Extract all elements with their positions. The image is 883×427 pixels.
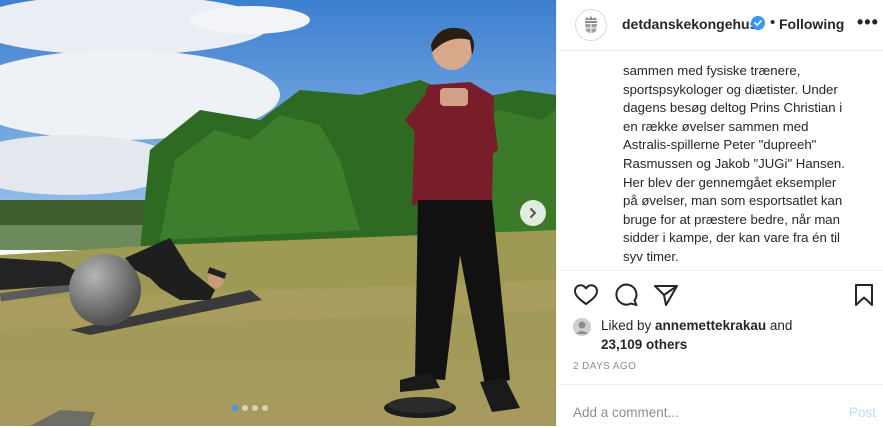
header-separator: • <box>770 14 776 31</box>
share-button[interactable] <box>653 283 679 312</box>
post-username[interactable]: detdanskekongehus <box>622 16 757 32</box>
caption-line: Astralis-spillerne Peter "dupreeh" <box>623 137 817 153</box>
post-caption: sammen med fysiske trænere, sportspsykol… <box>623 62 873 267</box>
liker-username[interactable]: annemettekrakau <box>655 318 766 333</box>
caption-line: Rasmussen og Jakob "JUGi" Hansen. <box>623 155 845 171</box>
caption-line: en række øvelser sammen med <box>623 118 809 134</box>
post-sidebar: detdanskekongehus • Following ••• sammen… <box>556 0 883 426</box>
caption-line: sammen med fysiske trænere, <box>623 63 801 78</box>
caption-line: på øvelser, man som esportsatlet kan <box>623 193 843 209</box>
person-avatar-icon <box>573 318 591 336</box>
caption-line: bruge for at præstere bedre, når man <box>623 211 840 227</box>
caption-line: syv timer. <box>623 248 679 264</box>
following-button[interactable]: Following <box>779 16 844 32</box>
royal-crest-icon <box>576 10 606 40</box>
heart-icon <box>574 284 598 305</box>
post-photo[interactable] <box>0 0 556 426</box>
likes-conj: and <box>766 318 793 333</box>
like-button[interactable] <box>573 283 599 312</box>
bookmark-icon <box>855 284 873 306</box>
save-button[interactable] <box>853 283 875 312</box>
more-options-button[interactable]: ••• <box>857 12 879 33</box>
carousel-dot <box>252 405 258 411</box>
caption-line: sidder i kampe, der kan vare fra én til <box>623 230 840 246</box>
comment-input[interactable]: Add a comment... <box>573 405 679 420</box>
photo-scene <box>0 0 556 426</box>
carousel-dot <box>242 405 248 411</box>
carousel-dot-active <box>232 405 238 411</box>
verified-badge-icon <box>751 16 765 35</box>
next-slide-button[interactable] <box>520 200 546 226</box>
liker-avatar[interactable] <box>573 318 591 336</box>
post-comment-button[interactable]: Post <box>849 405 876 420</box>
caption-line: Her blev der gennemgået eksempler <box>623 174 837 190</box>
instagram-post: detdanskekongehus • Following ••• sammen… <box>0 0 883 426</box>
post-header: detdanskekongehus • Following ••• <box>557 0 883 51</box>
carousel-indicator <box>232 405 268 411</box>
comment-icon <box>615 283 638 306</box>
likes-text: Liked by annemettekrakau and 23,109 othe… <box>601 316 861 354</box>
action-bar <box>557 270 883 321</box>
likes-count[interactable]: 23,109 others <box>601 337 687 352</box>
caption-line: sportspsykologer og diætister. Under <box>623 81 838 97</box>
comment-button[interactable] <box>613 283 639 312</box>
likes-prefix: Liked by <box>601 318 656 333</box>
chevron-right-icon <box>530 208 537 218</box>
caption-line: dagens besøg deltog Prins Christian i <box>623 100 843 116</box>
comment-bar: Add a comment... Post <box>557 384 883 427</box>
carousel-dot <box>262 405 268 411</box>
avatar[interactable] <box>575 9 607 41</box>
post-timestamp[interactable]: 2 DAYS AGO <box>573 361 636 372</box>
paper-plane-icon <box>654 285 678 306</box>
